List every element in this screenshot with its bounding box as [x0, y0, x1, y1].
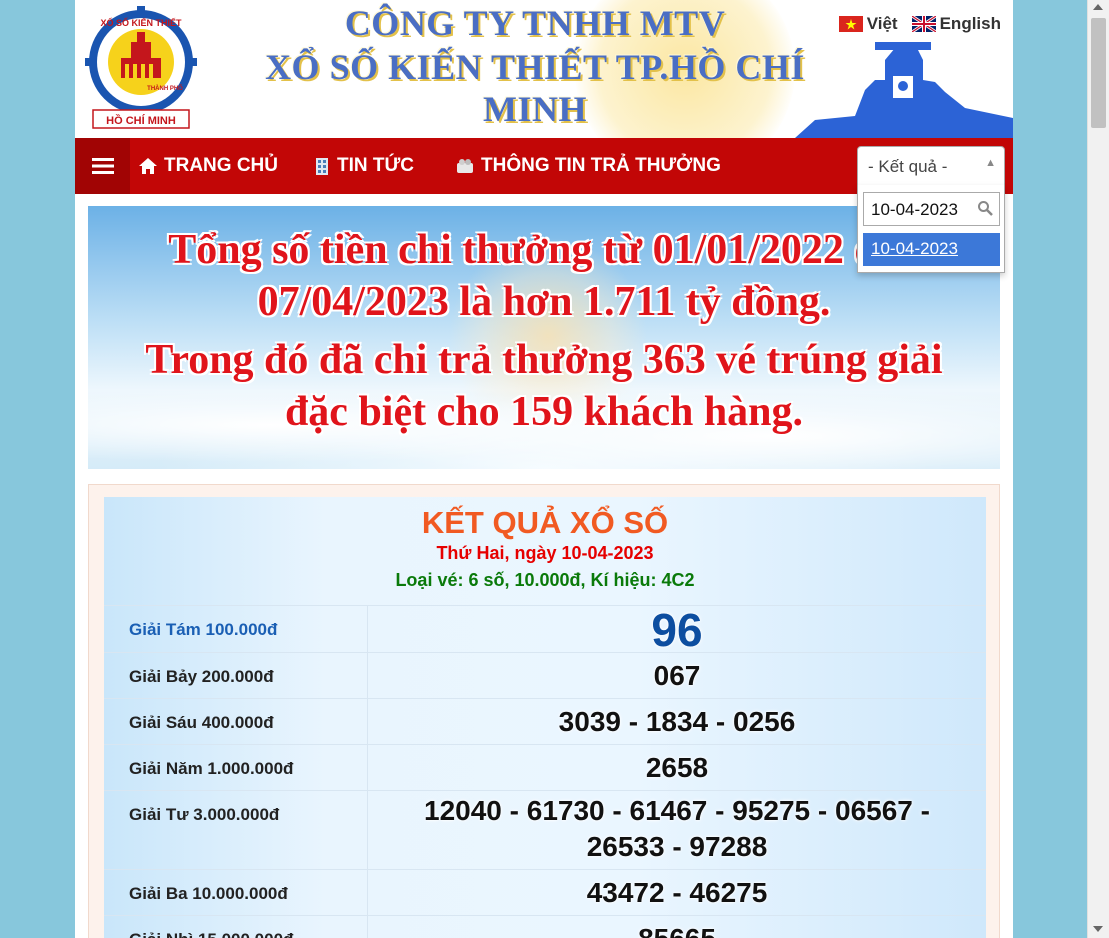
banner-line-2: 07/04/2023 là hơn 1.711 tỷ đồng.	[257, 279, 831, 325]
table-row: Giải Nhì 15.000.000đ 85665	[104, 915, 986, 938]
table-row: Giải Tám 100.000đ 96	[104, 604, 986, 656]
vietnam-flag-icon	[838, 16, 863, 32]
prize-numbers: 2658	[645, 752, 709, 783]
prize-numbers-line-2: 26533 - 97288	[586, 831, 768, 862]
lang-vietnamese-label: Việt	[866, 14, 898, 33]
nav-prize-info[interactable]: THÔNG TIN TRẢ THƯỞNG	[455, 138, 721, 194]
result-select-label: - Kết quả -	[868, 157, 948, 176]
lang-vietnamese[interactable]: Việt	[838, 14, 898, 34]
result-select-dropdown: 10-04-2023 10-04-2023	[857, 185, 1005, 273]
results-frame: KẾT QUẢ XỔ SỐ Thứ Hai, ngày 10-04-2023 L…	[88, 484, 1000, 938]
language-switcher: Việt English	[838, 14, 1001, 34]
prize-name: Giải Tư 3.000.000đ	[129, 805, 280, 824]
company-logo[interactable]: XỔ SỐ KIẾN THIẾT THÀNH PHỐ HỒ CHÍ MINH	[85, 6, 197, 132]
banner-line-4: đặc biệt cho 159 khách hàng.	[284, 389, 804, 435]
home-icon	[139, 158, 157, 174]
prize-numbers: 96	[651, 604, 703, 656]
search-icon	[978, 201, 993, 216]
prize-numbers: 85665	[368, 921, 986, 938]
scrollbar-thumb[interactable]	[1091, 18, 1106, 128]
result-date-option[interactable]: 10-04-2023	[863, 233, 1000, 266]
menu-button[interactable]	[75, 138, 130, 194]
prize-numbers: 067	[653, 660, 701, 691]
page-scrollbar[interactable]	[1087, 0, 1109, 938]
result-date-search-input[interactable]: 10-04-2023	[863, 192, 1000, 226]
table-row: Giải Sáu 400.000đ 3039 - 1834 - 0256	[104, 698, 986, 744]
hamburger-icon	[91, 158, 114, 174]
table-row: Giải Ba 10.000.000đ 43472 - 46275	[104, 869, 986, 915]
company-name-line2: XỔ SỐ KIẾN THIẾT TP.HỒ CHÍ MINH	[265, 47, 805, 129]
building-icon	[316, 158, 328, 175]
prize-numbers-line-1: 12040 - 61730 - 61467 - 95275 - 06567 -	[424, 795, 930, 826]
prize-name: Giải Sáu 400.000đ	[129, 713, 274, 732]
prize-numbers: 43472 - 46275	[586, 877, 768, 908]
chevron-up-icon: ▲	[985, 157, 996, 169]
nav-home[interactable]: TRANG CHỦ	[138, 138, 278, 194]
logo-text-side: THÀNH PHỐ	[147, 85, 183, 92]
table-row: Giải Năm 1.000.000đ 2658	[104, 744, 986, 790]
result-date-select[interactable]: - Kết quả - ▲	[857, 146, 1005, 186]
results-title: KẾT QUẢ XỔ SỐ	[421, 505, 669, 540]
logo-text-top: XỔ SỐ KIẾN THIẾT	[100, 17, 182, 28]
page: XỔ SỐ KIẾN THIẾT THÀNH PHỐ HỒ CHÍ MINH C…	[75, 0, 1013, 938]
results-ticket-type: Loại vé: 6 số, 10.000đ, Kí hiệu: 4C2	[395, 570, 695, 590]
results-draw-date: Thứ Hai, ngày 10-04-2023	[436, 543, 654, 563]
lottery-results-panel: KẾT QUẢ XỔ SỐ Thứ Hai, ngày 10-04-2023 L…	[104, 497, 986, 938]
lang-english-label: English	[939, 14, 1001, 33]
uk-flag-icon	[911, 16, 936, 32]
company-name-line1: CÔNG TY TNHH MTV	[344, 3, 726, 43]
table-row: Giải Tư 3.000.000đ 12040 - 61730 - 61467…	[104, 790, 986, 869]
banner-line-3: Trong đó đã chi trả thưởng 363 vé trúng …	[145, 337, 943, 383]
city-hall-silhouette	[795, 42, 1013, 138]
nav-prize-info-label: THÔNG TIN TRẢ THƯỞNG	[481, 155, 721, 176]
nav-news[interactable]: TIN TỨC	[313, 138, 414, 194]
scroll-down-arrow-icon[interactable]	[1093, 926, 1103, 932]
site-header: XỔ SỐ KIẾN THIẾT THÀNH PHỐ HỒ CHÍ MINH C…	[75, 0, 1013, 138]
prize-numbers: 3039 - 1834 - 0256	[558, 706, 796, 737]
table-row: Giải Bảy 200.000đ 067	[104, 652, 986, 698]
prize-name: Giải Ba 10.000.000đ	[129, 884, 288, 903]
prize-name: Giải Nhì 15.000.000đ	[129, 930, 293, 938]
prize-name: Giải Tám 100.000đ	[129, 620, 278, 639]
prize-name: Giải Năm 1.000.000đ	[129, 759, 294, 778]
logo-text-bottom: HỒ CHÍ MINH	[106, 114, 176, 127]
nav-news-label: TIN TỨC	[337, 155, 414, 176]
result-date-search-value: 10-04-2023	[871, 200, 958, 219]
nav-home-label: TRANG CHỦ	[164, 155, 278, 176]
lang-english[interactable]: English	[911, 14, 1001, 34]
prize-icon	[457, 159, 473, 173]
results-table: Giải Tám 100.000đ 96 Giải Bảy 200.000đ 0…	[104, 605, 986, 938]
scroll-up-arrow-icon[interactable]	[1093, 4, 1103, 10]
prize-name: Giải Bảy 200.000đ	[129, 667, 274, 686]
